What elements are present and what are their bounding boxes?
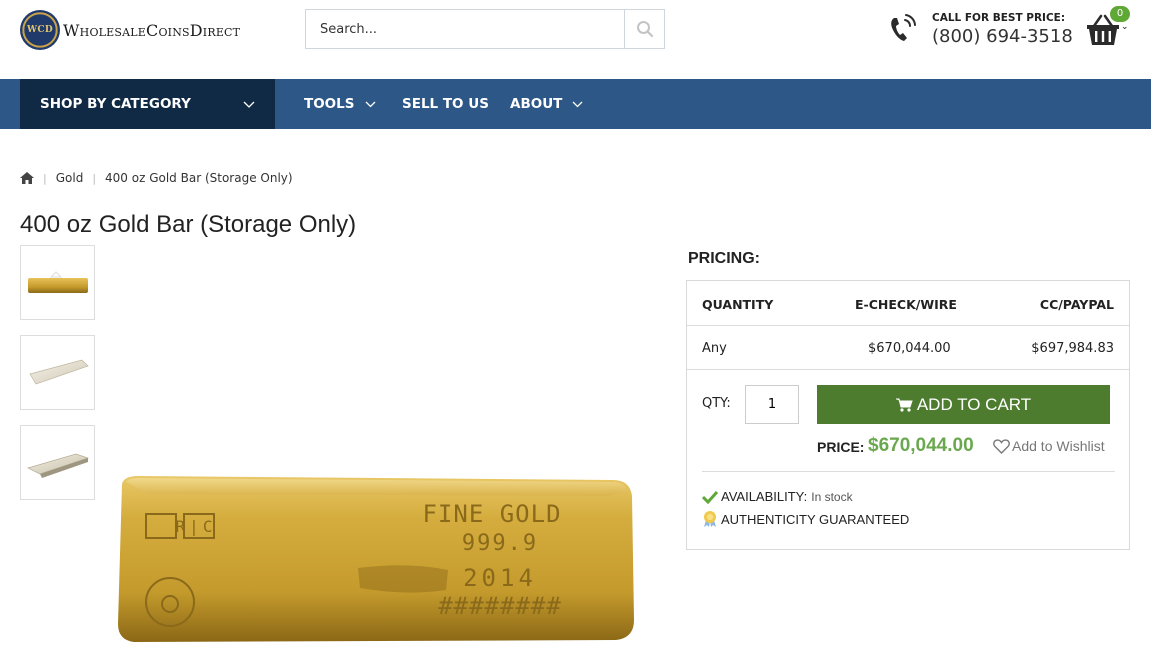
cart-icon [895, 398, 913, 412]
bar-stamp-text: FINE GOLD [422, 500, 561, 528]
breadcrumb-current: 400 oz Gold Bar (Storage Only) [105, 171, 293, 185]
search-bar [305, 9, 665, 49]
bar-stamp-text: 2014 [463, 564, 537, 592]
cart-count-badge: 0 [1110, 6, 1130, 22]
phone-number[interactable]: (800) 694-3518 [932, 26, 1073, 47]
breadcrumb-separator: | [43, 171, 47, 185]
divider [687, 325, 1129, 326]
add-to-wishlist-link[interactable]: Add to Wishlist [993, 438, 1105, 454]
price-label: PRICE: [817, 439, 865, 455]
silver-bar-thumbnail-icon [26, 453, 89, 478]
product-title: 400 oz Gold Bar (Storage Only) [20, 211, 357, 238]
pricing-cell-quantity: Any [702, 341, 727, 356]
qty-label: QTY: [702, 396, 731, 411]
add-to-cart-label: ADD TO CART [916, 394, 1032, 414]
nav-item-sell-to-us[interactable]: SELL TO US [402, 79, 489, 129]
add-to-cart-button[interactable]: ADD TO CART [817, 385, 1110, 424]
pricing-cell-cc: $697,984.83 [1031, 341, 1114, 356]
nav-item-label: SELL TO US [402, 96, 489, 112]
availability-value: In stock [811, 489, 853, 504]
search-input[interactable] [306, 10, 624, 48]
breadcrumb-link-gold[interactable]: Gold [56, 171, 84, 185]
pricing-cell-echeck: $670,044.00 [868, 341, 951, 356]
silver-bar-thumbnail-icon [28, 359, 89, 384]
divider [702, 471, 1115, 472]
home-icon[interactable] [20, 172, 34, 184]
divider [687, 369, 1129, 370]
pricing-header-cc: CC/PAYPAL [1039, 297, 1114, 312]
availability-label: AVAILABILITY: [721, 489, 808, 504]
heart-icon [993, 438, 1010, 454]
product-thumbnail-2[interactable] [20, 335, 95, 410]
call-label: CALL FOR BEST PRICE: [932, 12, 1066, 24]
chevron-down-icon [572, 101, 583, 108]
bar-stamp-text: ######## [438, 592, 562, 620]
chevron-down-icon [365, 101, 375, 108]
wishlist-label: Add to Wishlist [1012, 438, 1105, 454]
pricing-heading: PRICING: [688, 250, 760, 267]
nav-item-label: TOOLS [304, 96, 355, 112]
gold-bar-image: R|C FINE GOLD 999.9 2014 ######## [118, 476, 634, 642]
site-logo[interactable]: WCD WholesaleCoinsDirect [20, 10, 240, 50]
nav-item-about[interactable]: ABOUT [510, 79, 583, 129]
price-value: $670,044.00 [868, 435, 974, 456]
chevron-down-icon[interactable]: ⌄ [1121, 22, 1129, 32]
phone-icon [891, 14, 916, 41]
product-thumbnail-1[interactable] [20, 245, 95, 320]
availability: AVAILABILITY: In stock [702, 489, 853, 504]
breadcrumb-separator: | [92, 171, 97, 185]
authenticity-label: AUTHENTICITY GUARANTEED [721, 511, 910, 527]
gold-bar-thumbnail-icon [27, 270, 88, 293]
nav-item-tools[interactable]: TOOLS [304, 79, 376, 129]
main-nav: SHOP BY CATEGORY TOOLS SELL TO US ABOUT [0, 79, 1151, 129]
chevron-down-icon [243, 101, 255, 108]
bar-stamp-logo-text: R|C [176, 517, 217, 536]
quantity-input[interactable] [745, 385, 799, 424]
logo-seal-icon: WCD [20, 10, 60, 50]
site-header: WCD WholesaleCoinsDirect CALL FOR BEST P… [0, 0, 1151, 79]
pricing-header-echeck: E-CHECK/WIRE [855, 297, 957, 312]
search-icon [636, 21, 653, 38]
shop-by-category-button[interactable]: SHOP BY CATEGORY [20, 79, 275, 129]
checkmark-icon [702, 490, 718, 504]
breadcrumb: | Gold | 400 oz Gold Bar (Storage Only) [20, 170, 293, 186]
bar-stamp-text: 999.9 [462, 531, 538, 556]
logo-text: WholesaleCoinsDirect [63, 20, 241, 40]
nav-item-label: ABOUT [510, 96, 563, 112]
award-ribbon-icon [704, 511, 716, 527]
shop-by-category-label: SHOP BY CATEGORY [40, 96, 191, 112]
search-button[interactable] [624, 10, 664, 48]
product-thumbnail-3[interactable] [20, 425, 95, 500]
pricing-header-quantity: QUANTITY [702, 297, 774, 312]
authenticity: AUTHENTICITY GUARANTEED [702, 510, 909, 528]
pricing-panel: QUANTITY E-CHECK/WIRE CC/PAYPAL Any $670… [686, 280, 1130, 550]
